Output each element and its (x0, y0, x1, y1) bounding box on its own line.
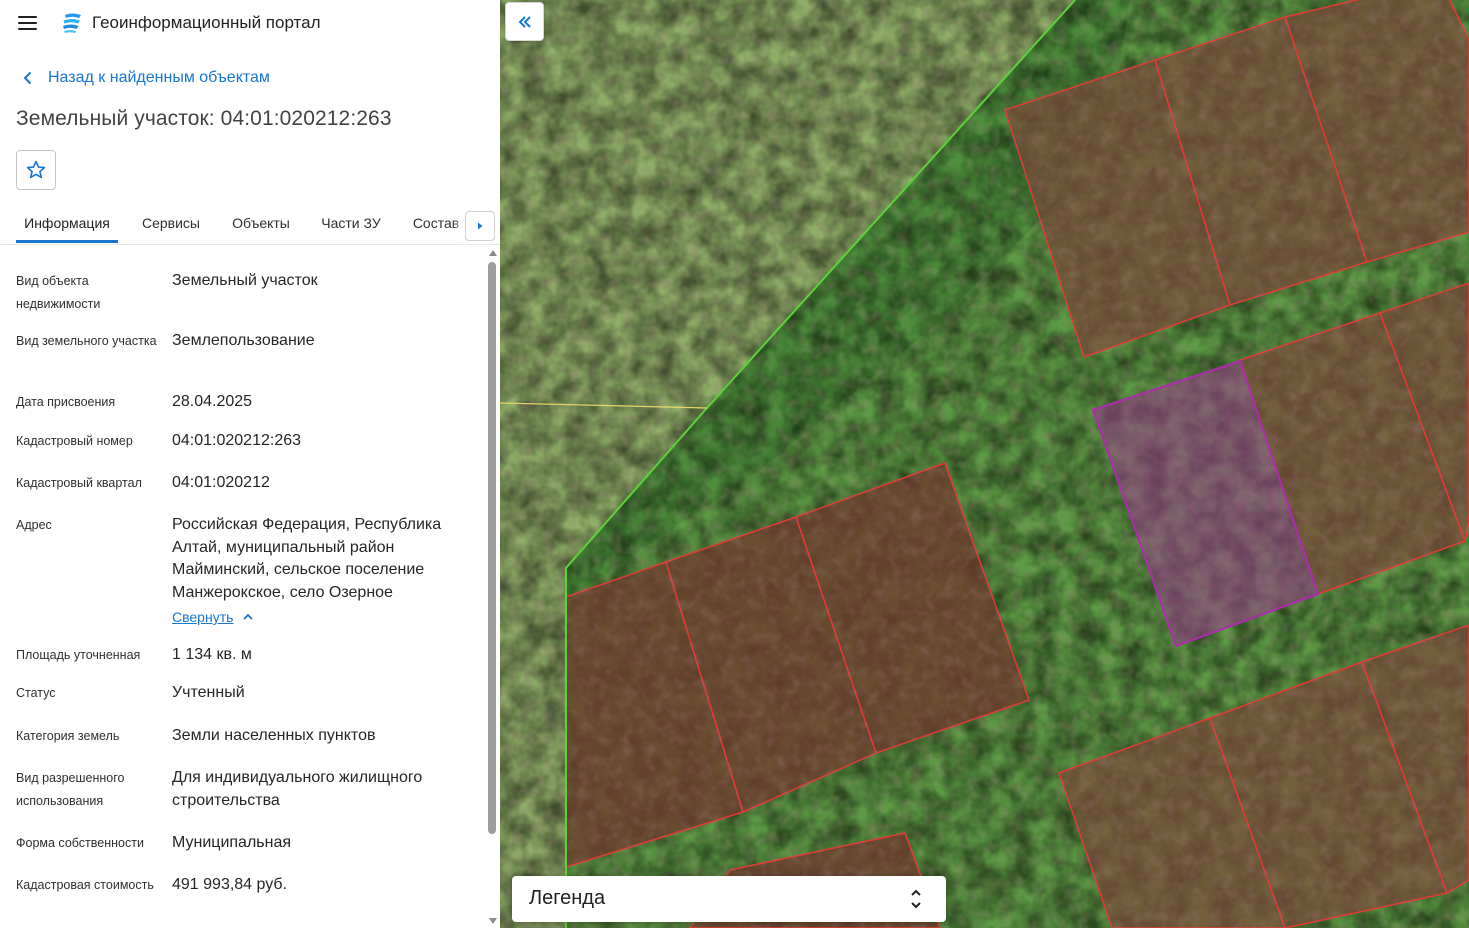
tab-bar: Информация Сервисы Объекты Части ЗУ Сост… (0, 202, 500, 245)
tab-composition[interactable]: Состав (402, 202, 470, 244)
legend-label: Легенда (529, 887, 606, 909)
chevron-up-icon (243, 613, 254, 620)
favorite-button[interactable] (16, 150, 56, 190)
tabs-scroll-right-button[interactable] (465, 211, 495, 241)
scroll-up-arrow[interactable] (489, 250, 497, 256)
caret-right-icon (478, 222, 483, 230)
info-key: Кадастровый квартал (16, 476, 142, 490)
tab-information[interactable]: Информация (16, 202, 118, 244)
double-chevron-left-icon (518, 15, 531, 28)
chevron-left-icon (23, 71, 32, 85)
top-bar: Геоинформационный портал (0, 0, 500, 46)
info-key: Вид объекта недвижимости (16, 274, 101, 311)
info-key: Категория земель (16, 729, 120, 743)
back-link-label: Назад к найденным объектам (48, 69, 270, 86)
info-value: Для индивидуального жилищного строительс… (172, 769, 423, 809)
star-outline-icon (26, 160, 46, 179)
scrollbar-thumb[interactable] (488, 262, 496, 834)
info-value: Земли населенных пунктов (172, 727, 376, 744)
legend-dropdown[interactable]: Легенда (512, 876, 946, 922)
hamburger-menu-icon[interactable] (14, 10, 42, 36)
info-value: Земельный участок (172, 272, 318, 289)
tab-objects[interactable]: Объекты (222, 202, 300, 244)
info-key: Адрес (16, 518, 52, 532)
info-value: 28.04.2025 (172, 393, 253, 410)
collapse-panel-button[interactable] (505, 2, 544, 41)
address-value: Российская Федерация, Республика Алтай, … (172, 516, 442, 601)
info-key: Дата присвоения (16, 395, 116, 409)
active-tab-indicator (16, 240, 118, 243)
info-value: 491 993,84 руб. (172, 876, 288, 893)
satellite-map[interactable] (500, 0, 1469, 928)
info-value: Муниципальная (172, 834, 292, 851)
info-key: Вид земельного участка (16, 334, 157, 348)
side-panel: Геоинформационный портал Назад к найденн… (0, 0, 500, 928)
tab-services[interactable]: Сервисы (130, 202, 212, 244)
info-key: Статус (16, 686, 56, 700)
unfold-icon (911, 889, 921, 909)
info-value: 1 134 кв. м (172, 646, 252, 663)
back-to-results-link[interactable]: Назад к найденным объектам (18, 66, 270, 90)
info-list: Вид объекта недвижимости Земельный участ… (0, 246, 486, 928)
info-key: Кадастровая стоимость (16, 878, 154, 892)
info-key: Кадастровый номер (16, 434, 133, 448)
app-title: Геоинформационный портал (92, 13, 321, 32)
info-key: Форма собственности (16, 836, 144, 850)
info-value: Учтенный (172, 684, 245, 701)
info-value: Землепользование (172, 332, 315, 349)
collapse-address-link[interactable]: Свернуть (172, 606, 292, 628)
info-key: Вид разрешенного использования (16, 771, 125, 808)
imagery-detail (500, 0, 1469, 928)
tab-parts[interactable]: Части ЗУ (310, 202, 392, 244)
info-key: Площадь уточненная (16, 648, 141, 662)
info-value: 04:01:020212 (172, 474, 270, 491)
page-title: Земельный участок: 04:01:020212:263 (16, 107, 392, 130)
map-view[interactable] (500, 0, 1469, 928)
panel-scrollbar[interactable] (486, 248, 498, 928)
scroll-down-arrow[interactable] (489, 918, 497, 924)
collapse-label: Свернуть (172, 609, 234, 625)
portal-logo-icon (63, 13, 81, 33)
info-value: 04:01:020212:263 (172, 432, 302, 449)
